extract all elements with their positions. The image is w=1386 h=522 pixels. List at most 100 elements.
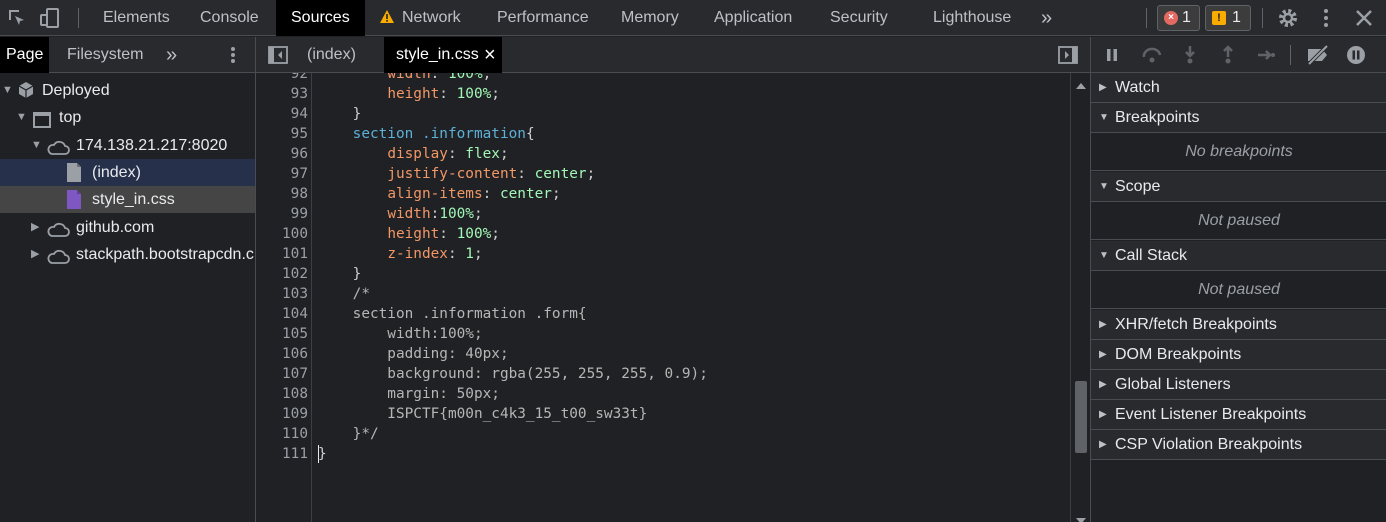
vertical-scrollbar[interactable] <box>1070 73 1090 522</box>
section-label: Event Listener Breakpoints <box>1115 406 1307 423</box>
tab-application[interactable]: Application <box>714 0 792 36</box>
scroll-up-icon[interactable] <box>1076 77 1086 93</box>
expanded-arrow-icon: ▼ <box>1099 250 1109 261</box>
collapsed-arrow-icon: ▶ <box>1099 349 1107 360</box>
warning-count-badge[interactable]: ! 1 <box>1205 5 1251 31</box>
debugger-toolbar <box>1091 37 1386 73</box>
section-csp-violation-breakpoints[interactable]: ▶ CSP Violation Breakpoints <box>1091 430 1386 460</box>
error-icon: × <box>1164 11 1178 25</box>
tree-item-github[interactable]: ▶ github.com <box>0 214 255 241</box>
step-out-icon[interactable] <box>1217 44 1239 66</box>
section-call-stack[interactable]: ▼ Call Stack <box>1091 241 1386 271</box>
tree-label: 174.138.21.217:8020 <box>76 137 228 154</box>
more-options-icon[interactable] <box>1314 6 1338 30</box>
section-label: Call Stack <box>1115 247 1188 264</box>
cloud-icon <box>46 247 70 268</box>
collapse-triangle-icon: ▶ <box>31 221 40 233</box>
gear-icon[interactable] <box>1276 6 1300 30</box>
section-label: DOM Breakpoints <box>1115 346 1242 363</box>
tree-item-style-in-css[interactable]: style_in.css <box>0 186 255 213</box>
divider <box>1290 45 1291 65</box>
tab-memory[interactable]: Memory <box>621 0 679 36</box>
section-label: Scope <box>1115 178 1161 195</box>
tab-lighthouse[interactable]: Lighthouse <box>933 0 1011 36</box>
tree-item-index[interactable]: (index) <box>0 159 255 186</box>
collapse-triangle-icon: ▶ <box>31 248 40 260</box>
tree-item-top[interactable]: ▼ top <box>0 104 255 131</box>
pause-on-exceptions-icon[interactable] <box>1345 44 1367 66</box>
tree-item-deployed[interactable]: ▼ Deployed <box>0 77 255 104</box>
navigator-panel: Page Filesystem » ▼ Deployed ▼ top ▼ 174… <box>0 37 256 522</box>
tree-item-host[interactable]: ▼ 174.138.21.217:8020 <box>0 132 255 159</box>
expand-triangle-icon: ▼ <box>2 84 13 96</box>
tab-filesystem[interactable]: Filesystem <box>67 37 143 73</box>
scrollbar-thumb[interactable] <box>1075 381 1087 453</box>
tab-sources[interactable]: Sources <box>276 0 365 36</box>
pause-icon[interactable] <box>1101 44 1123 66</box>
tree-item-bootstrapcdn[interactable]: ▶ stackpath.bootstrapcdn.c <box>0 241 255 268</box>
inspect-element-icon[interactable] <box>5 6 29 30</box>
document-icon <box>66 162 82 186</box>
tab-network[interactable]: Network <box>402 0 461 36</box>
more-navigator-tabs-button[interactable]: » <box>166 37 177 73</box>
toggle-debugger-icon[interactable] <box>1058 46 1078 69</box>
step-into-icon[interactable] <box>1179 44 1201 66</box>
tree-label: stackpath.bootstrapcdn.c <box>76 246 254 263</box>
frame-icon <box>33 110 51 131</box>
call-stack-empty-message: Not paused <box>1091 271 1386 309</box>
device-toolbar-icon[interactable] <box>38 6 62 30</box>
cloud-icon <box>46 220 70 241</box>
cloud-icon <box>46 138 70 159</box>
warning-count: 1 <box>1232 9 1241 26</box>
navigator-tabs: Page Filesystem » <box>0 37 255 73</box>
warning-icon: ! <box>1212 11 1226 25</box>
section-event-listener-breakpoints[interactable]: ▶ Event Listener Breakpoints <box>1091 400 1386 430</box>
section-scope[interactable]: ▼ Scope <box>1091 172 1386 202</box>
collapsed-arrow-icon: ▶ <box>1099 82 1107 93</box>
deactivate-breakpoints-icon[interactable] <box>1305 44 1329 66</box>
source-editor: (index) style_in.css × 92 width: 100%; 9… <box>256 37 1090 522</box>
section-breakpoints[interactable]: ▼ Breakpoints <box>1091 103 1386 133</box>
section-label: XHR/fetch Breakpoints <box>1115 316 1277 333</box>
devtools-tab-bar: Elements Console Sources Network Perform… <box>0 0 1386 36</box>
tab-performance[interactable]: Performance <box>497 0 589 36</box>
expanded-arrow-icon: ▼ <box>1099 181 1109 192</box>
scroll-down-icon[interactable] <box>1076 512 1086 522</box>
section-watch[interactable]: ▶ Watch <box>1091 73 1386 103</box>
section-global-listeners[interactable]: ▶ Global Listeners <box>1091 370 1386 400</box>
step-over-icon[interactable] <box>1141 44 1163 66</box>
expand-triangle-icon: ▼ <box>16 111 27 123</box>
editor-tab-index[interactable]: (index) <box>307 37 356 73</box>
navigator-menu-icon[interactable] <box>226 45 240 70</box>
text-cursor <box>318 445 319 463</box>
more-tabs-button[interactable]: » <box>1041 0 1052 36</box>
tab-security[interactable]: Security <box>830 0 888 36</box>
cube-icon <box>17 81 35 104</box>
divider <box>1146 8 1147 28</box>
editor-tab-style-in-css[interactable]: style_in.css × <box>384 37 502 73</box>
editor-tab-label: style_in.css <box>396 46 479 63</box>
section-label: Watch <box>1115 79 1160 96</box>
collapsed-arrow-icon: ▶ <box>1099 439 1107 450</box>
css-file-icon <box>66 189 82 213</box>
expanded-arrow-icon: ▼ <box>1099 112 1109 123</box>
tree-label: (index) <box>92 164 141 181</box>
step-icon[interactable] <box>1255 44 1277 66</box>
toggle-navigator-icon[interactable] <box>268 46 288 69</box>
tab-page[interactable]: Page <box>0 37 50 73</box>
code-area[interactable]: 92 width: 100%; 93 height: 100%; 94 } 95… <box>256 73 1090 522</box>
scope-empty-message: Not paused <box>1091 202 1386 240</box>
tab-console[interactable]: Console <box>200 0 259 36</box>
section-label: Global Listeners <box>1115 376 1231 393</box>
section-dom-breakpoints[interactable]: ▶ DOM Breakpoints <box>1091 340 1386 370</box>
divider <box>1262 8 1263 28</box>
tab-elements[interactable]: Elements <box>103 0 170 36</box>
tree-label: Deployed <box>42 82 110 99</box>
close-icon[interactable] <box>1352 6 1376 30</box>
expand-triangle-icon: ▼ <box>31 139 42 151</box>
section-label: Breakpoints <box>1115 109 1200 126</box>
section-xhr-fetch-breakpoints[interactable]: ▶ XHR/fetch Breakpoints <box>1091 310 1386 340</box>
close-tab-icon[interactable]: × <box>484 37 496 73</box>
error-count-badge[interactable]: × 1 <box>1157 5 1200 31</box>
warning-triangle-icon <box>379 9 395 30</box>
